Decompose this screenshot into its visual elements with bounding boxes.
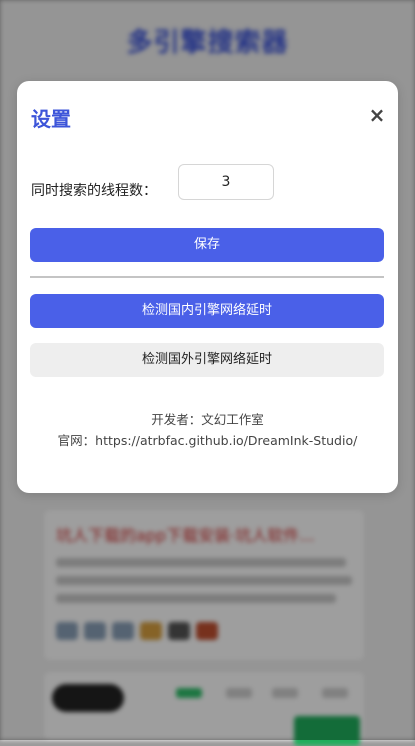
settings-dialog: 设置 × 同时搜索的线程数： 保存 检测国内引擎网络延时 检测国外引擎网络延时 … <box>17 81 398 493</box>
save-button[interactable]: 保存 <box>30 228 384 262</box>
dialog-title: 设置 <box>31 107 71 131</box>
thread-count-input[interactable] <box>178 164 274 200</box>
foreign-latency-button[interactable]: 检测国外引擎网络延时 <box>30 343 384 377</box>
divider <box>30 276 384 278</box>
close-icon[interactable]: × <box>368 105 386 125</box>
thread-count-label: 同时搜索的线程数： <box>31 183 157 199</box>
website-link[interactable]: 官网：https://atrbfac.github.io/DreamInk-St… <box>17 430 398 449</box>
domestic-latency-button[interactable]: 检测国内引擎网络延时 <box>30 294 384 328</box>
developer-text: 开发者：文幻工作室 <box>151 412 264 427</box>
